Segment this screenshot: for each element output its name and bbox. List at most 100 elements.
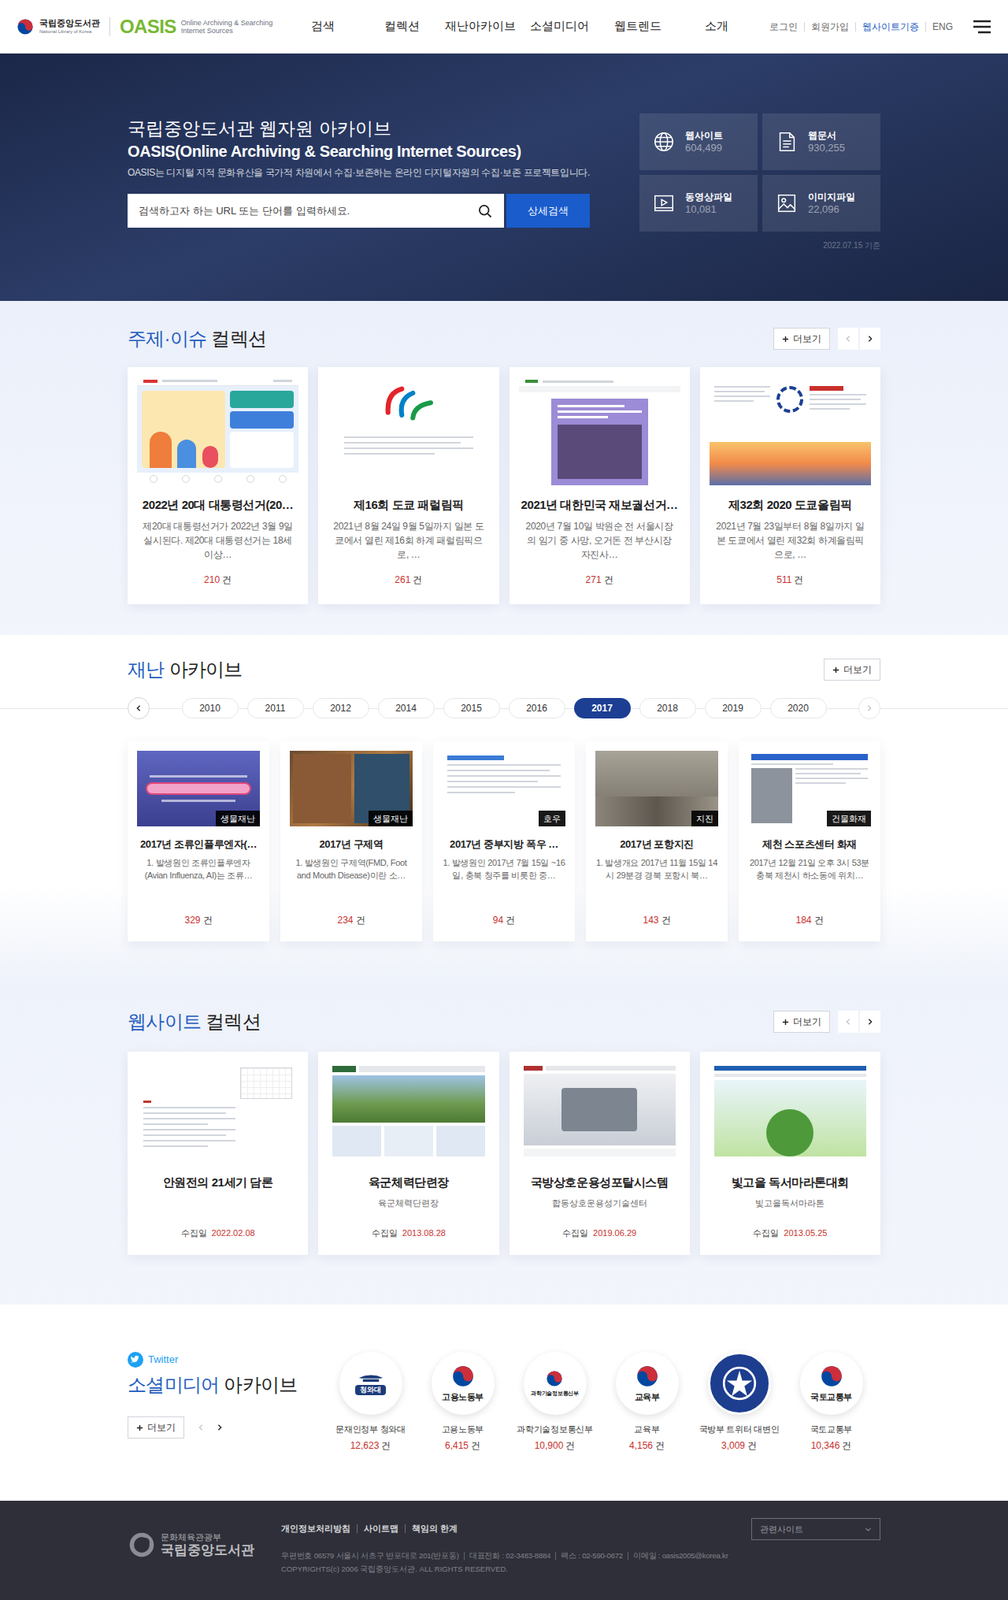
taegeuk-icon bbox=[819, 1363, 845, 1389]
utility-link[interactable]: ENG bbox=[925, 22, 960, 32]
decoration bbox=[525, 379, 538, 383]
collection-card[interactable]: 2022년 20대 대통령선거(20…제20대 대통령선거가 2022년 3월 … bbox=[127, 366, 308, 605]
account-name: 과학기술정보통신부 bbox=[516, 1422, 593, 1436]
website-card[interactable]: 국방상호운용성포탈시스템합동상호운용성기술센터수집일2019.06.29 bbox=[509, 1051, 690, 1255]
next-button[interactable] bbox=[859, 327, 881, 350]
nav-item[interactable]: 검색 bbox=[283, 17, 363, 36]
decoration bbox=[137, 1060, 299, 1161]
nav-item[interactable]: 소셜미디어 bbox=[519, 17, 599, 36]
next-button[interactable] bbox=[858, 696, 881, 719]
year-tab[interactable]: 2016 bbox=[508, 697, 566, 719]
stat-value: 604,499 bbox=[685, 141, 723, 155]
year-tab[interactable]: 2018 bbox=[639, 697, 697, 719]
nav-item[interactable]: 웹트렌드 bbox=[598, 17, 678, 36]
count-value: 234 bbox=[337, 912, 353, 927]
footer-link[interactable]: 사이트맵 bbox=[356, 1523, 405, 1533]
decoration bbox=[766, 1108, 814, 1157]
next-button[interactable] bbox=[859, 1010, 881, 1033]
count-unit: 건 bbox=[655, 1437, 665, 1453]
oasis-logo[interactable]: OASISOnline Archiving & SearchingInterne… bbox=[109, 17, 273, 37]
decoration bbox=[819, 1363, 845, 1389]
social-account[interactable]: 고용노동부고용노동부6,415건 bbox=[416, 1351, 509, 1453]
decoration bbox=[866, 1527, 871, 1531]
carousel-arrows bbox=[837, 327, 881, 350]
disaster-card[interactable]: 건물화재제천 스포츠센터 화재2017년 12월 21일 오후 3시 53분 충… bbox=[738, 741, 881, 942]
card-title: 제32회 2020 도쿄올림픽 bbox=[728, 496, 853, 513]
collection-card[interactable]: 제16회 도쿄 패럴림픽2021년 8월 24일 9월 5일까지 일본 도쿄에서… bbox=[318, 366, 499, 605]
disaster-card[interactable]: 생물재난2017년 조류인플루엔자(…1. 발생원인 조류인플루엔자 (Avia… bbox=[127, 741, 270, 942]
year-tab[interactable]: 2012 bbox=[312, 697, 370, 719]
stat-value: 22,096 bbox=[807, 203, 856, 216]
ministry-logo: 교육부 bbox=[634, 1363, 660, 1404]
more-button[interactable]: 더보기 bbox=[127, 1415, 185, 1438]
year-tab[interactable]: 2010 bbox=[181, 697, 239, 719]
hero-left: 국립중앙도서관 웹자원 아카이브OASIS(Online Archiving &… bbox=[127, 113, 632, 252]
library-logo[interactable]: 국립중앙도서관National Library of Korea bbox=[15, 17, 101, 37]
disaster-card[interactable]: 호우2017년 중부지방 폭우 …1. 발생원인 2017년 7월 15일 ~1… bbox=[433, 741, 575, 942]
title-wrap: 소셜미디어아카이브 bbox=[127, 1371, 325, 1398]
more-label: 더보기 bbox=[147, 1419, 176, 1435]
decoration bbox=[137, 385, 299, 473]
card-title: 2021년 대한민국 재보궐선거… bbox=[521, 496, 679, 513]
decoration bbox=[809, 385, 844, 391]
website-card[interactable]: 육군체력단련장육군체력단련장수집일2013.08.28 bbox=[318, 1051, 499, 1255]
search-input[interactable] bbox=[138, 193, 471, 228]
disaster-card[interactable]: 생물재난2017년 구제역1. 발생원인 구제역(FMD, Foot and M… bbox=[280, 741, 423, 942]
decoration bbox=[452, 1365, 474, 1381]
item-count: 3,009건 bbox=[721, 1437, 757, 1453]
social-account[interactable]: 과학기술정보통신부과학기술정보통신부10,900건 bbox=[508, 1351, 601, 1453]
thumbnail-image bbox=[327, 1060, 490, 1161]
social-account[interactable]: 국방부 트위터 대변인3,009건 bbox=[693, 1351, 786, 1453]
year-tab[interactable]: 2014 bbox=[378, 697, 435, 719]
footer-link[interactable]: 개인정보처리방침 bbox=[281, 1523, 357, 1533]
advanced-search-button[interactable]: 상세검색 bbox=[506, 193, 590, 228]
decoration bbox=[199, 1424, 202, 1431]
prev-button[interactable] bbox=[837, 327, 859, 350]
utility-link[interactable]: 로그인 bbox=[763, 22, 805, 32]
prev-button[interactable] bbox=[192, 1415, 210, 1438]
more-button[interactable]: 더보기 bbox=[773, 1010, 831, 1033]
year-tab[interactable]: 2020 bbox=[770, 697, 827, 719]
card-description: 1. 발생개요 2017년 11월 15일 14시 29분경 경북 포항시 북… bbox=[595, 856, 719, 882]
more-button[interactable]: 더보기 bbox=[773, 327, 831, 350]
decoration bbox=[214, 474, 223, 483]
social-account[interactable]: 국토교통부국토교통부10,346건 bbox=[785, 1351, 878, 1453]
disaster-card[interactable]: 지진2017년 포항지진1. 발생개요 2017년 11월 15일 14시 29… bbox=[585, 741, 728, 942]
social-account[interactable]: 교육부교육부4,156건 bbox=[600, 1351, 693, 1453]
decoration bbox=[273, 379, 293, 382]
more-label: 더보기 bbox=[793, 331, 822, 346]
nav-item[interactable]: 소개 bbox=[677, 17, 756, 36]
more-button[interactable]: 더보기 bbox=[823, 658, 881, 681]
social-account[interactable]: 청와대문재인정부 청와대12,623건 bbox=[324, 1351, 417, 1453]
count-value: 10,346 bbox=[811, 1437, 841, 1453]
decoration bbox=[344, 436, 474, 438]
nav-item[interactable]: 컬렉션 bbox=[362, 17, 441, 36]
year-tab[interactable]: 2015 bbox=[443, 697, 501, 719]
menu-icon[interactable] bbox=[971, 18, 993, 35]
year-tab[interactable]: 2011 bbox=[247, 697, 304, 719]
related-sites-select[interactable]: 관련사이트 bbox=[751, 1517, 881, 1540]
next-button[interactable] bbox=[211, 1415, 229, 1438]
account-list: 청와대문재인정부 청와대12,623건고용노동부고용노동부6,415건과학기술정… bbox=[324, 1351, 878, 1453]
utility-link[interactable]: 웹사이트기증 bbox=[855, 22, 926, 32]
library-name-block: 국립중앙도서관National Library of Korea bbox=[39, 18, 101, 34]
card-grid: 생물재난2017년 조류인플루엔자(…1. 발생원인 조류인플루엔자 (Avia… bbox=[127, 741, 881, 973]
prev-button[interactable] bbox=[127, 696, 150, 719]
website-card[interactable]: 빛고을 독서마라톤대회빛고을독서마라톤수집일2013.05.25 bbox=[700, 1051, 881, 1255]
collection-card[interactable]: 2021년 대한민국 재보궐선거…2020년 7월 10일 박원순 전 서울시장… bbox=[509, 366, 690, 605]
footer-link[interactable]: 책임의 한계 bbox=[404, 1523, 464, 1533]
collection-card[interactable]: 제32회 2020 도쿄올림픽2021년 7월 23일부터 8월 8일까지 일본… bbox=[700, 366, 881, 605]
decoration bbox=[782, 1018, 789, 1024]
search-icon[interactable] bbox=[477, 203, 493, 219]
section-header: 웹사이트컬렉션더보기 bbox=[127, 1008, 881, 1034]
year-tab[interactable]: 2017 bbox=[574, 697, 631, 719]
prev-button[interactable] bbox=[837, 1010, 859, 1033]
disaster-thumb: 생물재난 bbox=[137, 750, 260, 827]
title-accent: 주제·이슈 bbox=[127, 326, 207, 352]
year-tab[interactable]: 2019 bbox=[704, 697, 762, 719]
account-name: 교육부 bbox=[633, 1422, 660, 1436]
nav-item[interactable]: 재난아카이브 bbox=[441, 17, 520, 36]
website-card[interactable]: 안원전의 21세기 담론수집일2022.02.08 bbox=[127, 1051, 308, 1255]
disaster-thumb: 호우 bbox=[442, 750, 566, 827]
utility-link[interactable]: 회원가입 bbox=[804, 22, 856, 32]
